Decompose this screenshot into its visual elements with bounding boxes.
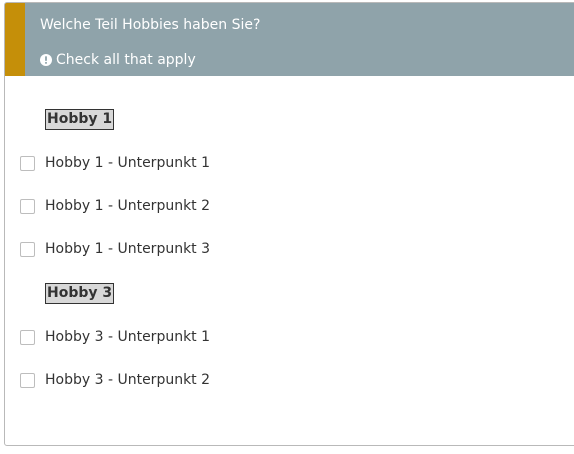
question-card: Welche Teil Hobbies haben Sie? Check all…	[4, 2, 574, 446]
checkbox[interactable]	[20, 241, 35, 257]
question-title: Welche Teil Hobbies haben Sie?	[40, 17, 261, 33]
checkbox[interactable]	[20, 155, 35, 171]
accent-bar	[5, 3, 25, 76]
option-hobby-1-unterpunkt-2[interactable]: Hobby 1 - Unterpunkt 2	[20, 196, 210, 216]
hint-text: Check all that apply	[40, 52, 196, 68]
option-hobby-3-unterpunkt-2[interactable]: Hobby 3 - Unterpunkt 2	[20, 370, 210, 390]
option-label: Hobby 3 - Unterpunkt 2	[45, 372, 211, 388]
option-hobby-1-unterpunkt-1[interactable]: Hobby 1 - Unterpunkt 1	[20, 153, 210, 173]
option-label: Hobby 1 - Unterpunkt 2	[45, 198, 211, 214]
option-label: Hobby 3 - Unterpunkt 1	[45, 329, 211, 345]
group-label-hobby-3: Hobby 3	[45, 283, 115, 304]
option-label: Hobby 1 - Unterpunkt 1	[45, 155, 211, 171]
checkbox[interactable]	[20, 372, 35, 388]
checkbox[interactable]	[20, 329, 35, 345]
question-header: Welche Teil Hobbies haben Sie? Check all…	[5, 3, 574, 76]
group-label-hobby-1: Hobby 1	[45, 109, 115, 130]
option-hobby-1-unterpunkt-3[interactable]: Hobby 1 - Unterpunkt 3	[20, 239, 210, 259]
hint-label: Check all that apply	[56, 52, 196, 68]
checkbox[interactable]	[20, 198, 35, 214]
exclamation-circle-icon	[40, 54, 52, 66]
option-label: Hobby 1 - Unterpunkt 3	[45, 241, 211, 257]
option-hobby-3-unterpunkt-1[interactable]: Hobby 3 - Unterpunkt 1	[20, 327, 210, 347]
